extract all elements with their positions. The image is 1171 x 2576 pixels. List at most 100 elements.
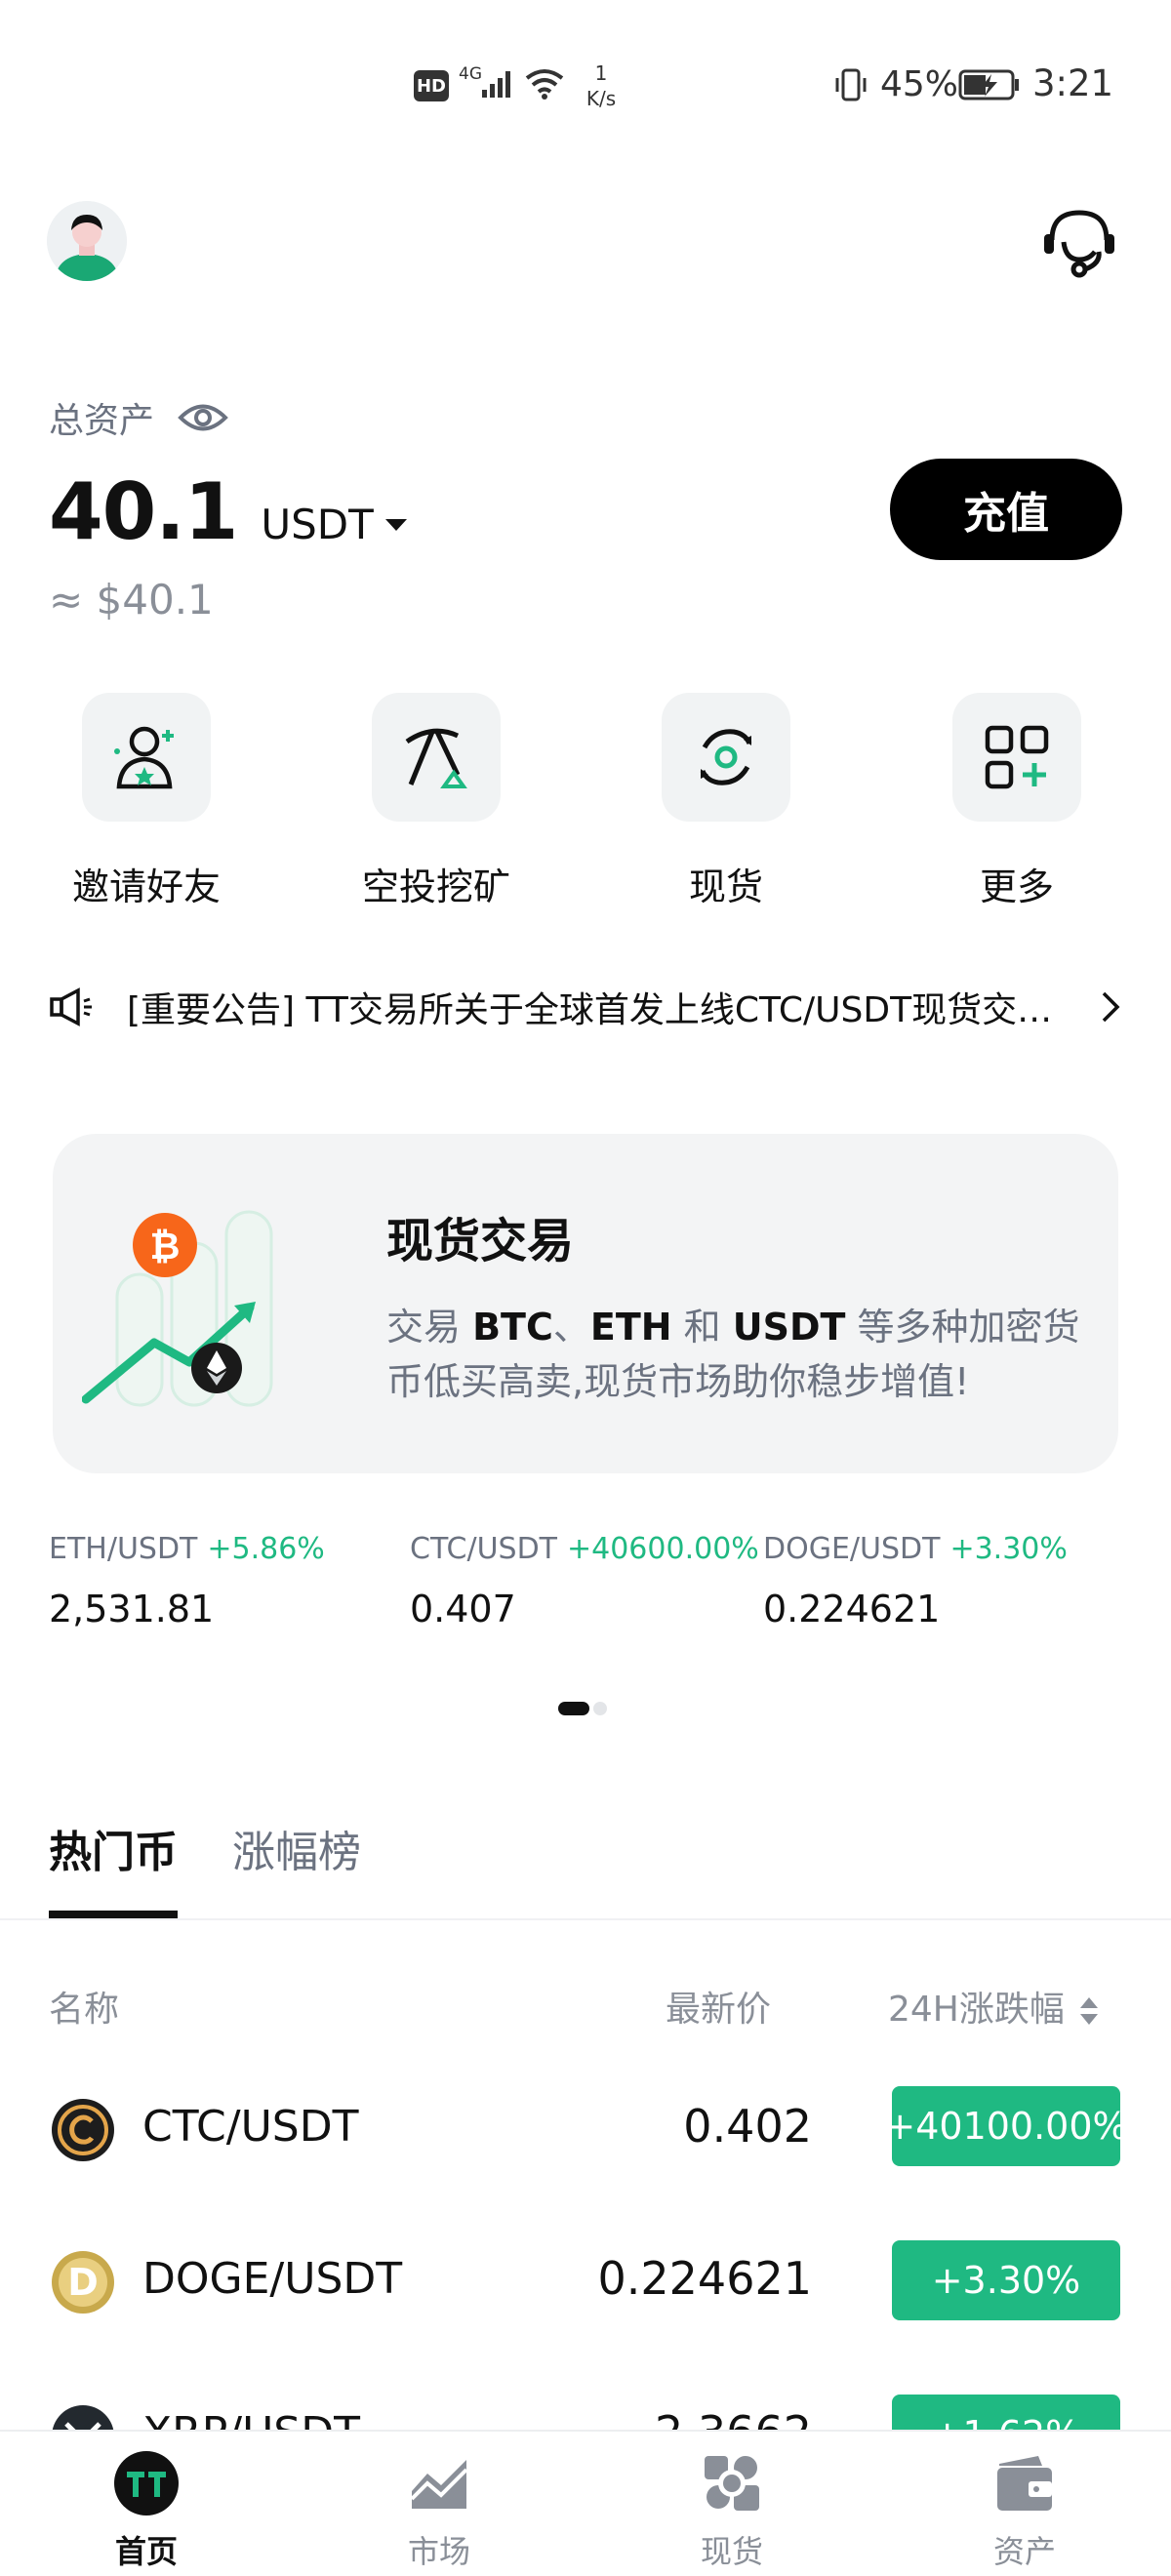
desc-part: 和 xyxy=(671,1306,733,1348)
ticker-card[interactable]: DOGE/USDT +3.30% 0.224621 xyxy=(763,1532,1068,1630)
quick-action-spot[interactable]: 现货 xyxy=(619,693,833,910)
doge-coin-icon: D xyxy=(52,2251,114,2314)
announcement-bar[interactable]: [重要公告] TT交易所关于全球首发上线CTC/USDT现货交易的公告 xyxy=(49,976,1122,1038)
hd-indicator: HD xyxy=(414,70,449,101)
wallet-icon xyxy=(990,2449,1059,2517)
table-row[interactable]: D DOGE/USDT 0.224621 +3.30% xyxy=(0,2211,1171,2357)
battery-charging-icon xyxy=(958,69,1019,101)
ticker-price: 0.407 xyxy=(410,1588,516,1630)
clock: 3:21 xyxy=(1032,62,1114,104)
nav-label: 现货 xyxy=(700,2533,763,2570)
speed-unit: K/s xyxy=(586,87,617,110)
deposit-button[interactable]: 充值 xyxy=(890,459,1122,560)
battery-percent: 45% xyxy=(880,64,959,104)
column-header-price[interactable]: 最新价 xyxy=(666,1981,771,2032)
spot-icon xyxy=(662,693,790,822)
ticker-price: 0.224621 xyxy=(763,1588,941,1630)
tab-top-gainers[interactable]: 涨幅榜 xyxy=(232,1817,361,1918)
market-tabs: 热门币 涨幅榜 xyxy=(49,1817,361,1918)
bottom-navigation: 首页 市场 现货 资产 xyxy=(0,2430,1171,2576)
carousel-dot[interactable] xyxy=(593,1702,607,1715)
network-speed: 1 K/s xyxy=(580,60,623,111)
quick-action-airdrop[interactable]: 空投挖矿 xyxy=(329,693,544,910)
nav-label: 首页 xyxy=(114,2533,178,2570)
svg-text:₿: ₿ xyxy=(150,1225,181,1268)
status-bar: HD 4G 1 K/s 45% 3:21 xyxy=(0,0,1171,176)
svg-text:D: D xyxy=(67,2261,99,2304)
ticker-pair: DOGE/USDT xyxy=(763,1532,941,1566)
wifi-icon xyxy=(525,69,564,100)
nav-market[interactable]: 市场 xyxy=(293,2432,586,2576)
sort-icon xyxy=(1079,1997,1098,2025)
change-badge: +40100.00% xyxy=(884,2086,1128,2166)
desc-part: 交易 xyxy=(386,1306,473,1348)
coin-pair-name: DOGE/USDT xyxy=(142,2254,403,2304)
coin-last-price: 0.402 xyxy=(683,2100,812,2153)
ticker-price: 2,531.81 xyxy=(49,1588,215,1630)
asset-approx-usd: ≈ $40.1 xyxy=(49,576,214,624)
ticker-card[interactable]: CTC/USDT +40600.00% 0.407 xyxy=(410,1532,759,1630)
signal-icon xyxy=(482,71,510,98)
nav-label: 市场 xyxy=(407,2533,470,2570)
column-header-change[interactable]: 24H涨跌幅 xyxy=(888,1981,1100,2032)
home-tt-icon xyxy=(112,2449,181,2517)
spot-trading-banner[interactable]: ₿ 现货交易 交易 BTC、ETH 和 USDT 等多种加密货币低买高卖,现货市… xyxy=(53,1134,1118,1473)
ticker-change: +3.30% xyxy=(949,1532,1068,1566)
divider xyxy=(0,1918,1171,1920)
trading-chart-illustration: ₿ xyxy=(82,1210,273,1407)
quick-action-more[interactable]: 更多 xyxy=(909,693,1124,910)
ticker-header: ETH/USDT +5.86% xyxy=(49,1532,325,1566)
table-row[interactable]: CTC/USDT 0.402 +40100.00% xyxy=(0,2057,1171,2203)
ticker-header: DOGE/USDT +3.30% xyxy=(763,1532,1068,1566)
tab-hot-coins[interactable]: 热门币 xyxy=(49,1817,178,1918)
column-header-change-label: 24H涨跌幅 xyxy=(888,1990,1065,2030)
coin-last-price: 0.224621 xyxy=(597,2252,813,2305)
avatar[interactable] xyxy=(47,201,127,281)
eye-icon[interactable] xyxy=(178,401,228,434)
desc-usdt: USDT xyxy=(732,1306,846,1348)
nav-spot[interactable]: 现货 xyxy=(586,2432,878,2576)
total-assets-value: 40.1 xyxy=(49,466,238,557)
currency-label: USDT xyxy=(261,501,374,548)
coin-pair-name: CTC/USDT xyxy=(142,2102,359,2152)
spot-trade-icon xyxy=(698,2449,766,2517)
desc-part: 、 xyxy=(552,1306,590,1348)
invite-friends-icon xyxy=(82,693,211,822)
ticker-header: CTC/USDT +40600.00% xyxy=(410,1532,759,1566)
ticker-card[interactable]: ETH/USDT +5.86% 2,531.81 xyxy=(49,1532,325,1630)
market-chart-icon xyxy=(405,2449,473,2517)
nav-assets[interactable]: 资产 xyxy=(878,2432,1171,2576)
network-type: 4G xyxy=(459,64,482,84)
caret-down-icon xyxy=(384,519,407,531)
carousel-dot-active xyxy=(558,1702,589,1715)
ctc-coin-icon xyxy=(52,2099,114,2161)
ticker-change: +5.86% xyxy=(207,1532,325,1566)
total-assets-label: 总资产 xyxy=(49,401,155,441)
ticker-pair: CTC/USDT xyxy=(410,1532,557,1566)
total-assets-label-row: 总资产 xyxy=(49,392,228,443)
change-badge: +3.30% xyxy=(892,2240,1120,2320)
ticker-change: +40600.00% xyxy=(567,1532,759,1566)
chevron-right-icon xyxy=(1102,991,1120,1023)
column-header-name: 名称 xyxy=(49,1990,120,2030)
quick-action-invite[interactable]: 邀请好友 xyxy=(39,693,254,910)
quick-action-label: 空投挖矿 xyxy=(361,865,510,908)
currency-selector[interactable]: USDT xyxy=(261,501,407,548)
banner-title: 现货交易 xyxy=(386,1214,575,1268)
announcement-text: [重要公告] TT交易所关于全球首发上线CTC/USDT现货交易的公告 xyxy=(127,990,1054,1030)
nav-home[interactable]: 首页 xyxy=(0,2432,293,2576)
vibrate-icon xyxy=(835,68,867,101)
avatar-icon xyxy=(47,201,127,281)
speed-value: 1 xyxy=(594,61,608,85)
more-grid-icon xyxy=(952,693,1081,822)
airdrop-mining-icon xyxy=(372,693,501,822)
desc-eth: ETH xyxy=(589,1306,672,1348)
desc-btc: BTC xyxy=(472,1306,553,1348)
asset-value-row: 40.1 USDT xyxy=(49,466,407,557)
carousel-dots xyxy=(558,1702,607,1715)
headset-support-icon[interactable] xyxy=(1038,201,1120,279)
nav-label: 资产 xyxy=(992,2533,1056,2570)
ticker-pair: ETH/USDT xyxy=(49,1532,198,1566)
quick-action-label: 邀请好友 xyxy=(71,865,221,908)
banner-description: 交易 BTC、ETH 和 USDT 等多种加密货币低买高卖,现货市场助你稳步增值… xyxy=(386,1300,1089,1409)
